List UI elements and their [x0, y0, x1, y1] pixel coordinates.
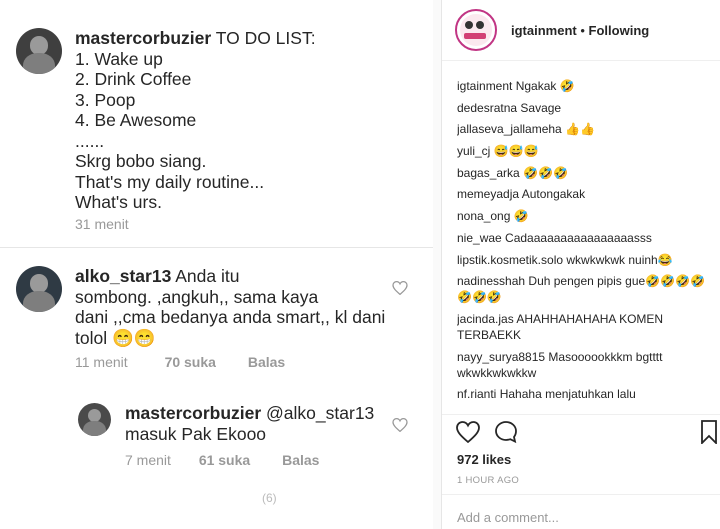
- list-item: bagas_arka 🤣🤣🤣: [457, 165, 568, 180]
- list-item: yuli_cj 😅😅😅: [457, 144, 539, 159]
- avatar[interactable]: [16, 266, 62, 312]
- comment-bubble-icon[interactable]: [494, 420, 518, 444]
- list-item: nf.rianti Hahaha menjatuhkan lalu: [457, 387, 636, 402]
- like-heart-icon[interactable]: [392, 281, 408, 295]
- like-heart-icon[interactable]: [456, 421, 480, 443]
- follow-status-button[interactable]: Following: [589, 23, 650, 38]
- comment-username[interactable]: jallaseva_jallameha: [457, 122, 562, 136]
- comment-username[interactable]: yuli_cj: [457, 144, 490, 158]
- reply-body: mastercorbuzier @alko_star13 masuk Pak E…: [125, 403, 375, 444]
- post-author-username[interactable]: igtainment: [511, 23, 577, 38]
- comment-username[interactable]: mastercorbuzier: [75, 28, 211, 48]
- reply-button[interactable]: Balas: [282, 452, 319, 468]
- comment-username[interactable]: igtainment: [457, 79, 512, 93]
- comment-username[interactable]: jacinda.jas: [457, 312, 514, 326]
- comment-meta: 7 menit 61 suka Balas: [125, 452, 319, 468]
- divider: [0, 247, 433, 248]
- post-header: igtainment • Following: [511, 23, 649, 38]
- list-item: memeyadja Autongakak: [457, 187, 586, 202]
- comment-username[interactable]: nona_ong: [457, 209, 510, 223]
- divider: [433, 0, 441, 529]
- list-item: nie_wae Cadaaaaaaaaaaaaaaaasss: [457, 230, 652, 245]
- comment-username[interactable]: lipstik.kosmetik.solo: [457, 253, 563, 267]
- bookmark-icon[interactable]: [700, 420, 718, 444]
- comment-meta: 11 menit 70 suka Balas: [75, 354, 285, 370]
- comment-body: mastercorbuzier TO DO LIST: 1. Wake up 2…: [75, 28, 316, 212]
- comment-username[interactable]: alko_star13: [75, 266, 171, 286]
- divider: [442, 60, 720, 61]
- avatar[interactable]: [78, 403, 111, 436]
- post-sidebar: igtainment • Following igtainment Ngakak…: [441, 0, 720, 529]
- comment-username[interactable]: bagas_arka: [457, 166, 520, 180]
- comment-list: igtainment Ngakak 🤣 dedesratna Savage ja…: [457, 78, 712, 410]
- comment-body: alko_star13 Anda itu sombong. ,angkuh,, …: [75, 266, 386, 348]
- comment-timestamp: 11 menit: [75, 354, 128, 370]
- add-comment-input[interactable]: Add a comment...: [457, 510, 559, 525]
- list-item: nayy_surya8815 Masoooookkkm bgtttt wkwkk…: [457, 349, 663, 380]
- divider: [442, 494, 720, 495]
- list-item: nadinesshah Duh pengen pipis gue🤣🤣🤣🤣🤣🤣🤣: [457, 274, 705, 305]
- action-bar: [442, 414, 720, 454]
- comment-username[interactable]: memeyadja: [457, 187, 519, 201]
- reply-button[interactable]: Balas: [248, 354, 285, 370]
- comment-username[interactable]: nadinesshah: [457, 274, 525, 288]
- comment-username[interactable]: dedesratna: [457, 101, 517, 115]
- separator-dot: •: [580, 23, 585, 38]
- list-item: jacinda.jas AHAHHAHAHAHA KOMEN TERBAEKK: [457, 311, 664, 342]
- mention-link[interactable]: @alko_star13: [266, 403, 374, 423]
- post-timestamp[interactable]: 1 HOUR AGO: [457, 475, 519, 486]
- comment-username[interactable]: mastercorbuzier: [125, 403, 261, 423]
- comment-username[interactable]: nf.rianti: [457, 387, 496, 401]
- truncated-text: (6): [262, 491, 277, 505]
- like-heart-icon[interactable]: [392, 418, 408, 432]
- comment-username[interactable]: nayy_surya8815: [457, 350, 545, 364]
- avatar[interactable]: [455, 9, 497, 51]
- comment-username[interactable]: nie_wae: [457, 231, 502, 245]
- avatar[interactable]: [16, 28, 62, 74]
- like-count[interactable]: 61 suka: [199, 452, 250, 468]
- list-item: dedesratna Savage: [457, 100, 562, 115]
- comment-timestamp: 31 menit: [75, 216, 129, 232]
- list-item: jallaseva_jallameha 👍👍: [457, 122, 595, 137]
- comment-thread-panel: mastercorbuzier TO DO LIST: 1. Wake up 2…: [0, 0, 433, 529]
- like-count[interactable]: 972 likes: [457, 452, 511, 467]
- list-item: nona_ong 🤣: [457, 209, 529, 224]
- list-item: igtainment Ngakak 🤣: [457, 79, 575, 93]
- like-count[interactable]: 70 suka: [165, 354, 216, 370]
- comment-timestamp: 7 menit: [125, 452, 171, 468]
- list-item: lipstik.kosmetik.solo wkwkwkwk nuinh😂: [457, 252, 673, 267]
